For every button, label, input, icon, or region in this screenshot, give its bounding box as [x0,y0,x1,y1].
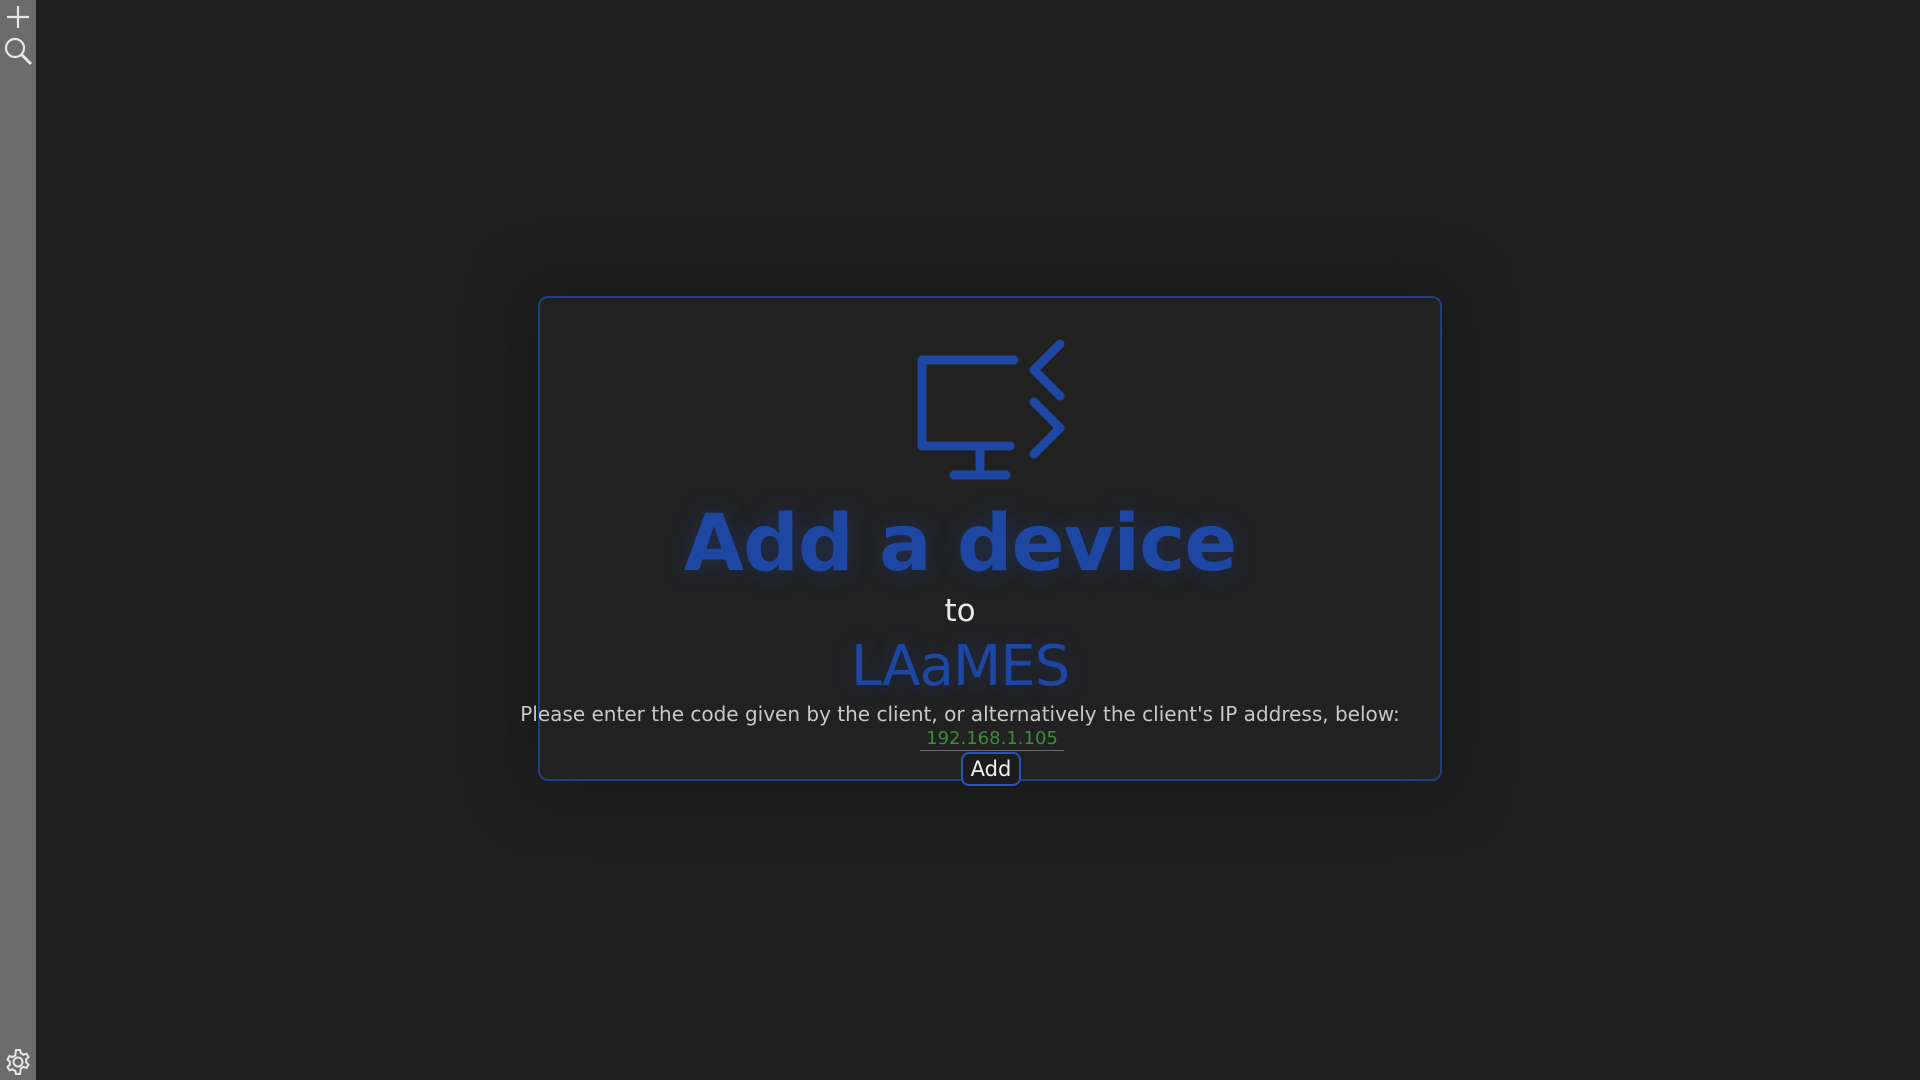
dialog-title: Add a device [683,499,1237,589]
search-icon[interactable] [3,36,33,66]
code-or-ip-input[interactable] [920,726,1064,751]
plus-icon[interactable] [3,2,33,32]
add-button[interactable]: Add [961,752,1021,786]
app-window: Add a device to LAaMES Please enter the … [0,0,1920,1080]
gear-icon[interactable] [3,1047,33,1077]
dialog-connector-text: to [944,593,976,629]
instructions-text: Please enter the code given by the clien… [520,702,1400,726]
app-name: LAaMES [850,634,1070,699]
monitor-code-icon [917,339,1065,480]
